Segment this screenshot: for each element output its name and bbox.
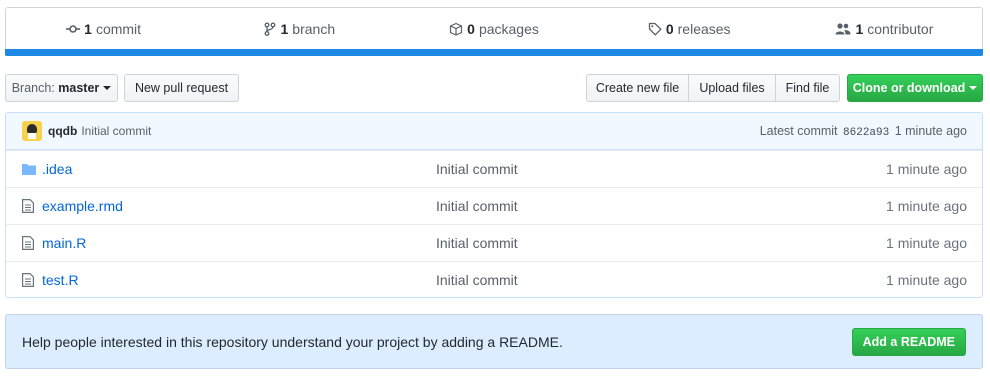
caret-down-icon	[103, 86, 112, 90]
file-name[interactable]: .idea	[42, 161, 436, 177]
tag-icon	[648, 22, 662, 36]
contributors-label: contributor	[867, 21, 934, 37]
commit-age: 1 minute ago	[894, 123, 967, 138]
language-bar	[5, 49, 983, 56]
create-new-file-button[interactable]: Create new file	[586, 74, 689, 102]
releases-label: releases	[677, 21, 731, 37]
latest-commit-info: Latest commit 8622a93 1 minute ago	[760, 124, 967, 139]
find-file-button[interactable]: Find file	[775, 74, 840, 102]
packages-link[interactable]: 0 packages	[396, 21, 591, 37]
file-commit-message[interactable]: Initial commit	[436, 272, 518, 288]
branches-link[interactable]: 1 branch	[201, 21, 396, 37]
avatar[interactable]	[22, 121, 42, 141]
file-name[interactable]: example.rmd	[42, 198, 436, 214]
file-row: example.rmd Initial commit 1 minute ago	[6, 187, 982, 224]
add-readme-button[interactable]: Add a README	[851, 327, 966, 356]
packages-count: 0	[467, 21, 475, 37]
releases-link[interactable]: 0 releases	[592, 21, 787, 37]
releases-count: 0	[665, 21, 674, 37]
upload-files-button[interactable]: Upload files	[688, 74, 776, 102]
commit-author[interactable]: qqdb	[48, 124, 77, 138]
file-age: 1 minute ago	[886, 198, 967, 214]
branch-prefix: Branch:	[11, 81, 55, 95]
file-age: 1 minute ago	[886, 235, 967, 251]
packages-label: packages	[478, 21, 539, 37]
commit-message[interactable]: Initial commit	[81, 124, 151, 138]
branch-name: master	[58, 81, 100, 95]
new-pull-request-button[interactable]: New pull request	[124, 74, 239, 102]
file-icon	[22, 199, 36, 213]
contributors-count: 1	[855, 21, 864, 37]
commits-link[interactable]: 1 commit	[6, 21, 201, 37]
clone-label: Clone or download	[852, 81, 966, 95]
branches-label: branch	[292, 21, 336, 37]
branch-icon	[264, 22, 275, 36]
repo-summary-bar: 1 commit 1 branch 0 packages 0 releases …	[5, 7, 983, 56]
latest-commit-label: Latest commit	[759, 123, 838, 138]
file-row: main.R Initial commit 1 minute ago	[6, 224, 982, 261]
file-commit-message[interactable]: Initial commit	[436, 198, 518, 214]
branches-count: 1	[280, 21, 289, 37]
file-name[interactable]: test.R	[42, 272, 436, 288]
caret-down-icon	[969, 86, 978, 90]
file-navigation-table: qqdb Initial commit Latest commit 8622a9…	[5, 112, 983, 298]
commit-sha[interactable]: 8622a93	[843, 127, 889, 139]
clone-or-download-button[interactable]: Clone or download	[847, 74, 983, 102]
package-icon	[450, 22, 463, 36]
file-icon	[22, 236, 36, 250]
file-name[interactable]: main.R	[42, 235, 436, 251]
file-row: test.R Initial commit 1 minute ago	[6, 261, 982, 297]
file-row: .idea Initial commit 1 minute ago	[6, 150, 982, 187]
file-commit-message[interactable]: Initial commit	[436, 161, 518, 177]
folder-icon	[22, 162, 36, 176]
commits-count: 1	[84, 21, 92, 37]
file-commit-message[interactable]: Initial commit	[436, 235, 518, 251]
people-icon	[835, 23, 851, 35]
file-age: 1 minute ago	[886, 272, 967, 288]
file-icon	[22, 273, 36, 287]
commit-icon	[66, 25, 81, 33]
file-age: 1 minute ago	[886, 161, 967, 177]
readme-prompt-text: Help people interested in this repositor…	[22, 333, 563, 350]
latest-commit-bar: qqdb Initial commit Latest commit 8622a9…	[6, 113, 982, 150]
branch-select-button[interactable]: Branch: master	[5, 74, 118, 102]
contributors-link[interactable]: 1 contributor	[787, 21, 982, 37]
commits-label: commit	[95, 21, 142, 37]
readme-prompt: Help people interested in this repositor…	[5, 314, 983, 369]
